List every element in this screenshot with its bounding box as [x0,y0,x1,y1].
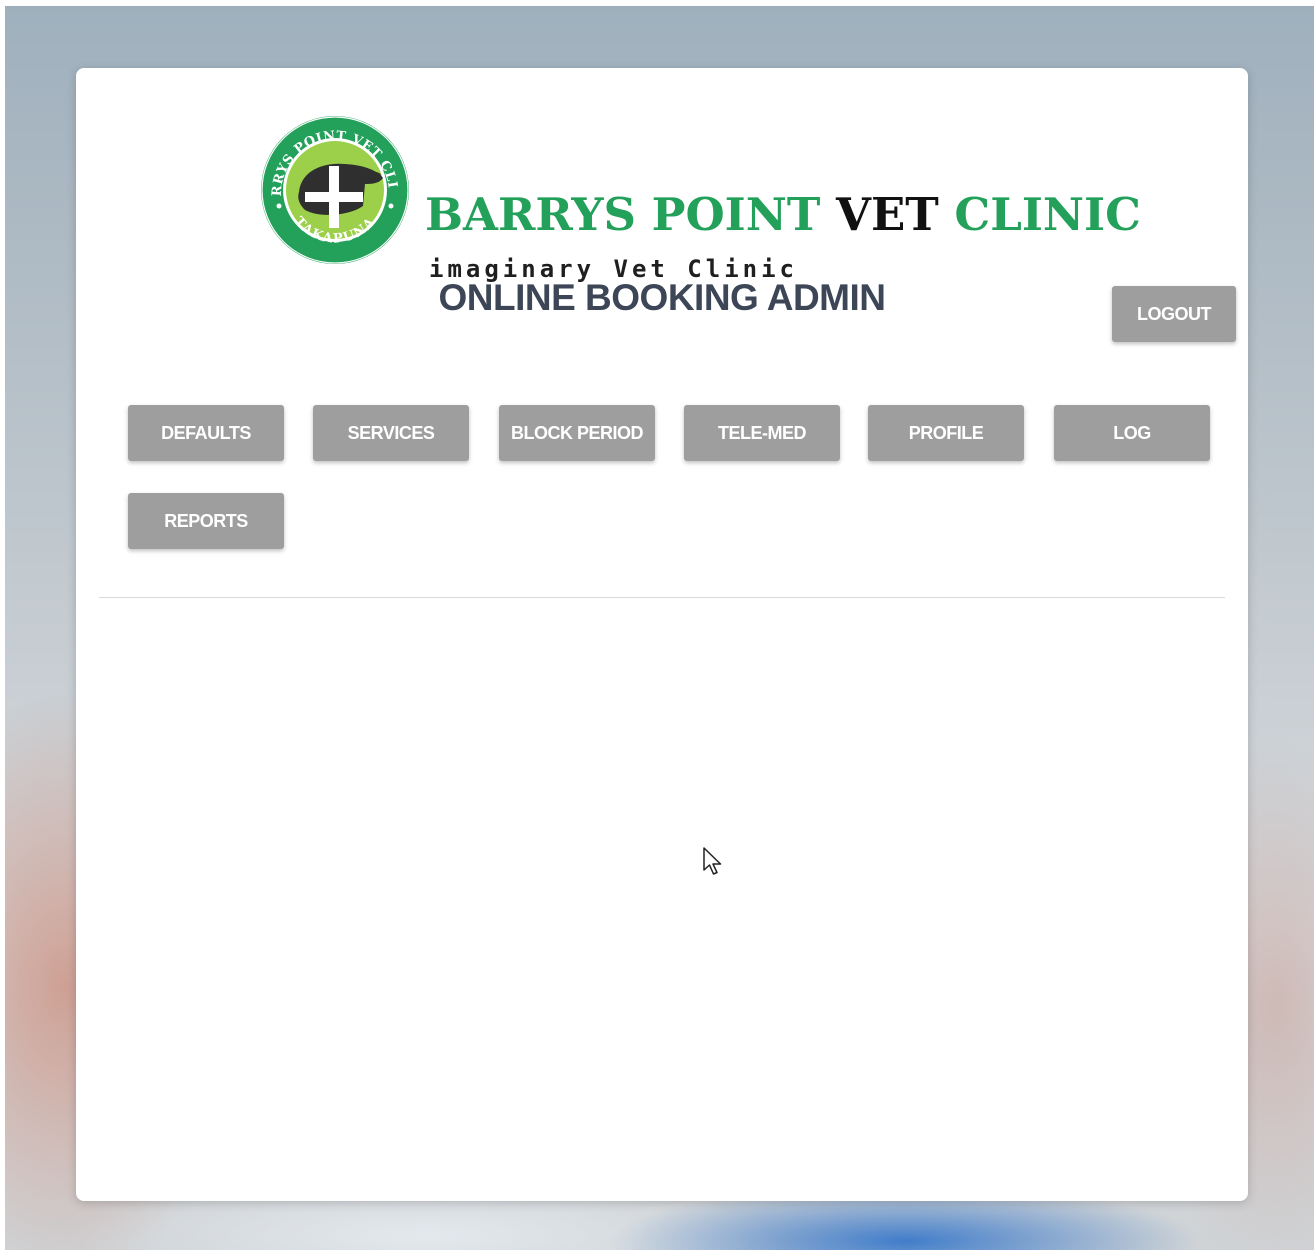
profile-button[interactable]: PROFILE [868,405,1024,461]
clinic-logo: BARRYS POINT VET CLINIC TAKAPUNA BARRYS … [259,114,1141,283]
clinic-name-part2: VET [836,188,939,241]
logout-button[interactable]: LOGOUT [1112,286,1236,342]
clinic-seal-icon: BARRYS POINT VET CLINIC TAKAPUNA [259,114,409,264]
clinic-name-part3: CLINIC [954,188,1141,241]
services-button[interactable]: SERVICES [313,405,469,461]
mouse-cursor-icon [703,847,722,875]
page-title: ONLINE BOOKING ADMIN [438,277,886,318]
log-button[interactable]: LOG [1054,405,1210,461]
reports-button[interactable]: REPORTS [128,493,284,549]
clinic-name-part1: BARRYS POINT [425,188,821,241]
section-divider [99,597,1225,598]
clinic-name: BARRYS POINT VET CLINIC [425,192,1141,237]
defaults-button[interactable]: DEFAULTS [128,405,284,461]
tele-med-button[interactable]: TELE-MED [684,405,840,461]
admin-card: BARRYS POINT VET CLINIC TAKAPUNA BARRYS … [76,68,1248,1201]
block-period-button[interactable]: BLOCK PERIOD [499,405,655,461]
